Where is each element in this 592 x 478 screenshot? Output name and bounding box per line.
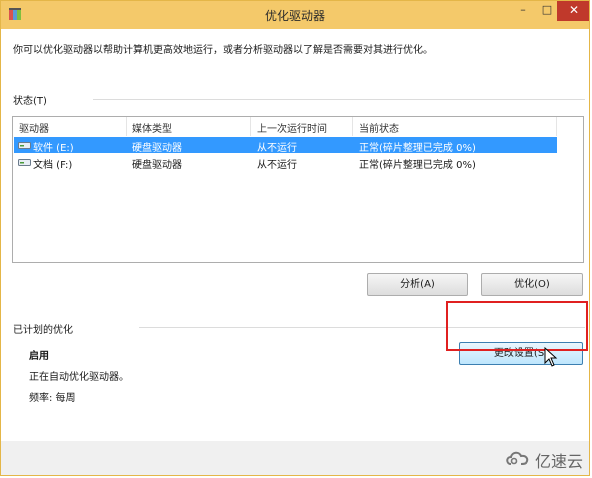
column-separator [352, 117, 353, 136]
watermark: 亿速云 [505, 447, 587, 471]
minimize-button[interactable]: – [513, 1, 533, 21]
analyze-button[interactable]: 分析(A) [367, 273, 468, 296]
column-header-drive[interactable]: 驱动器 [19, 120, 49, 135]
drive-name: 软件 (E:) [33, 143, 74, 154]
watermark-text: 亿速云 [535, 452, 584, 471]
hard-drive-icon [18, 142, 31, 149]
close-button[interactable]: ✕ [557, 1, 589, 21]
table-row[interactable]: 软件 (E:) 硬盘驱动器 从不运行 正常(碎片整理已完成 0%) [14, 137, 557, 154]
media-type: 硬盘驱动器 [132, 160, 182, 171]
schedule-state: 启用 [29, 351, 49, 362]
cloud-logo-icon [506, 451, 529, 465]
current-status: 正常(碎片整理已完成 0%) [359, 143, 476, 154]
column-header-media-type[interactable]: 媒体类型 [132, 120, 172, 135]
drive-name: 文档 (F:) [33, 160, 73, 171]
window-title: 优化驱动器 [264, 9, 325, 23]
column-header-last-run[interactable]: 上一次运行时间 [257, 120, 327, 135]
list-empty-area [557, 136, 583, 262]
mouse-pointer-icon [544, 347, 558, 367]
schedule-auto-text: 正在自动优化驱动器。 [29, 372, 129, 383]
maximize-button[interactable]: □ [537, 1, 557, 21]
table-row[interactable]: 文档 (F:) 硬盘驱动器 从不运行 正常(碎片整理已完成 0%) [14, 154, 557, 171]
status-section-label: 状态(T) [13, 96, 47, 107]
optimize-drives-window: 优化驱动器 – □ ✕ 你可以优化驱动器以帮助计算机更高效地运行，或者分析驱动器… [0, 0, 590, 476]
scheduled-section-label: 已计划的优化 [13, 325, 73, 336]
column-separator [556, 117, 557, 136]
column-separator [250, 117, 251, 136]
last-run: 从不运行 [257, 143, 297, 154]
annotation-highlight-box [446, 301, 588, 351]
hard-drive-icon [18, 159, 31, 166]
last-run: 从不运行 [257, 160, 297, 171]
drives-list[interactable]: 驱动器 媒体类型 上一次运行时间 当前状态 软件 (E:) 硬盘驱动器 从不运行… [12, 116, 584, 263]
column-header-current-status[interactable]: 当前状态 [359, 120, 399, 135]
media-type: 硬盘驱动器 [132, 143, 182, 154]
main-content: 你可以优化驱动器以帮助计算机更高效地运行，或者分析驱动器以了解是否需要对其进行优… [1, 29, 589, 441]
status-section-divider [93, 99, 585, 100]
description-text: 你可以优化驱动器以帮助计算机更高效地运行，或者分析驱动器以了解是否需要对其进行优… [13, 45, 433, 56]
current-status: 正常(碎片整理已完成 0%) [359, 160, 476, 171]
column-separator [126, 117, 127, 136]
list-header: 驱动器 媒体类型 上一次运行时间 当前状态 [13, 117, 583, 136]
footer-area [1, 441, 589, 475]
schedule-frequency: 频率: 每周 [29, 393, 76, 404]
optimize-button[interactable]: 优化(O) [481, 273, 583, 296]
title-bar[interactable]: 优化驱动器 – □ ✕ [1, 1, 589, 29]
